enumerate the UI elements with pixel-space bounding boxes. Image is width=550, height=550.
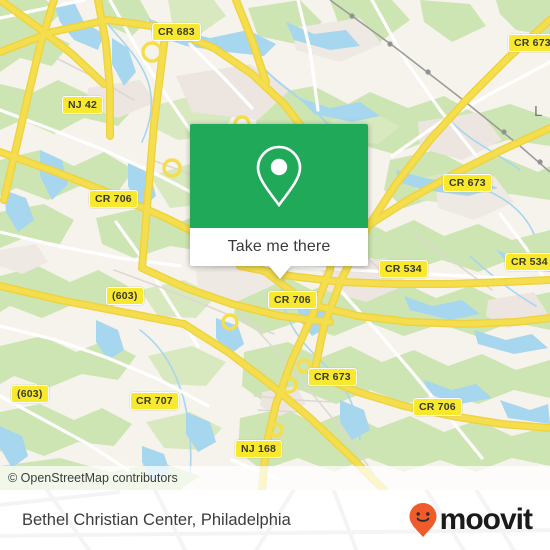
road-shield: (603): [11, 385, 49, 403]
location-title: Bethel Christian Center, Philadelphia: [22, 490, 291, 550]
map-canvas[interactable]: .wood{fill:#cde5b2;} .wood2{fill:#d8e9c0…: [0, 0, 550, 490]
road-shield: CR 707: [130, 392, 179, 410]
map-attribution[interactable]: © OpenStreetMap contributors: [0, 466, 550, 490]
location-title-text: Bethel Christian Center, Philadelphia: [22, 510, 291, 529]
moovit-location-card: .wood{fill:#cde5b2;} .wood2{fill:#d8e9c0…: [0, 0, 550, 550]
moovit-logo[interactable]: moovit: [408, 490, 533, 550]
road-shield: CR 683: [152, 23, 201, 41]
callout-image-area: [190, 124, 368, 228]
road-shield: NJ 42: [62, 96, 104, 114]
road-shield: (603): [106, 287, 144, 305]
place-label: L: [534, 103, 543, 120]
road-shield: CR 673: [508, 34, 550, 52]
road-shield: CR 534: [505, 253, 550, 271]
take-me-there-button[interactable]: Take me there: [190, 228, 368, 266]
callout-pointer: [269, 266, 291, 279]
road-shield: CR 673: [443, 174, 492, 192]
road-shield: CR 673: [308, 368, 357, 386]
moovit-wordmark: moovit: [439, 503, 533, 536]
moovit-pin-icon: [409, 503, 437, 537]
location-callout[interactable]: Take me there: [190, 124, 368, 279]
take-me-there-label: Take me there: [227, 238, 331, 255]
attribution-text: © OpenStreetMap contributors: [8, 471, 178, 485]
road-shield: CR 706: [268, 291, 317, 309]
map-pin-icon: [256, 145, 302, 208]
road-shield: CR 534: [379, 260, 428, 278]
road-shield: CR 706: [89, 190, 138, 208]
road-shield: CR 706: [413, 398, 462, 416]
road-shield: NJ 168: [235, 440, 283, 458]
footer-bar: Bethel Christian Center, Philadelphia mo…: [0, 490, 550, 550]
